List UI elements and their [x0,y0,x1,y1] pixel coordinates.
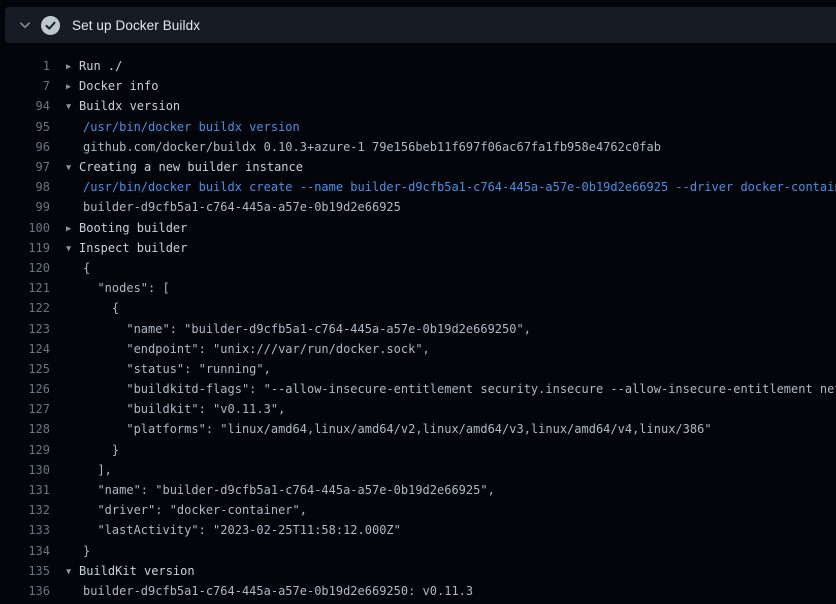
log-group-row[interactable]: 119 ▼Inspect builder [0,238,836,258]
log-row: 131 "name": "builder-d9cfb5a1-c764-445a-… [0,480,836,500]
output-text: "nodes": [ [66,281,170,295]
command-text: /usr/bin/docker buildx create --name bui… [66,180,836,194]
log-row: 95/usr/bin/docker buildx version [0,117,836,137]
output-text: } [66,443,119,457]
log-group-row[interactable]: 7 ▶Docker info [0,76,836,96]
output-text: builder-d9cfb5a1-c764-445a-a57e-0b19d2e6… [66,200,401,214]
log-row: 132 "driver": "docker-container", [0,500,836,520]
triangle-collapsed-icon: ▶ [66,62,79,72]
log-row: 124 "endpoint": "unix:///var/run/docker.… [0,339,836,359]
line-number[interactable]: 121 [0,281,50,295]
output-text: { [66,261,90,275]
check-circle-icon [41,16,60,35]
log-row: 130 ], [0,460,836,480]
line-number[interactable]: 133 [0,523,50,537]
line-number[interactable]: 129 [0,443,50,457]
line-number[interactable]: 131 [0,483,50,497]
log-group-row[interactable]: 135 ▼BuildKit version [0,561,836,581]
line-number[interactable]: 98 [0,180,50,194]
log-row: 96 github.com/docker/buildx 0.10.3+azure-… [0,137,836,157]
output-text: "platforms": "linux/amd64,linux/amd64/v2… [66,422,712,436]
log-group-row[interactable]: 97 ▼Creating a new builder instance [0,157,836,177]
group-title: BuildKit version [79,564,195,578]
line-number[interactable]: 7 [0,79,50,93]
line-number[interactable]: 100 [0,221,50,235]
triangle-expanded-icon: ▼ [66,567,79,577]
line-number[interactable]: 125 [0,362,50,376]
output-text: "status": "running", [66,362,271,376]
log-row: 122 { [0,298,836,318]
output-text: "endpoint": "unix:///var/run/docker.sock… [66,342,430,356]
line-number[interactable]: 132 [0,503,50,517]
output-text: "name": "builder-d9cfb5a1-c764-445a-a57e… [66,483,495,497]
group-title: Docker info [79,79,158,93]
step-title: Set up Docker Buildx [72,18,200,33]
triangle-collapsed-icon: ▶ [66,224,79,234]
output-text: { [66,301,119,315]
line-number[interactable]: 1 [0,59,50,73]
log-row: 133 "lastActivity": "2023-02-25T11:58:12… [0,520,836,540]
output-text: } [66,544,90,558]
line-number[interactable]: 95 [0,120,50,134]
group-title: Buildx version [79,99,180,113]
line-number[interactable]: 120 [0,261,50,275]
log-row: 129 } [0,440,836,460]
log-group-row[interactable]: 94 ▼Buildx version [0,96,836,116]
command-text: /usr/bin/docker buildx version [66,120,300,134]
line-number[interactable]: 136 [0,584,50,598]
line-number[interactable]: 119 [0,241,50,255]
group-title: Run ./ [79,59,122,73]
log-group-row[interactable]: 100 ▶Booting builder [0,218,836,238]
triangle-collapsed-icon: ▶ [66,82,79,92]
output-text: builder-d9cfb5a1-c764-445a-a57e-0b19d2e6… [66,584,473,598]
log-row: 128 "platforms": "linux/amd64,linux/amd6… [0,419,836,439]
log-group-row[interactable]: 1 ▶Run ./ [0,56,836,76]
log-row: 121 "nodes": [ [0,278,836,298]
output-text: ], [66,463,112,477]
line-number[interactable]: 124 [0,342,50,356]
chevron-down-icon[interactable] [18,18,32,32]
line-number[interactable]: 127 [0,402,50,416]
line-number[interactable]: 130 [0,463,50,477]
log-row: 125 "status": "running", [0,359,836,379]
triangle-expanded-icon: ▼ [66,244,79,254]
group-title: Creating a new builder instance [79,160,303,174]
log-row: 126 "buildkitd-flags": "--allow-insecure… [0,379,836,399]
group-title: Booting builder [79,221,187,235]
line-number[interactable]: 122 [0,301,50,315]
triangle-expanded-icon: ▼ [66,102,79,112]
log-lines: 1▶Run ./7▶Docker info94▼Buildx version95… [0,43,836,604]
line-number[interactable]: 126 [0,382,50,396]
line-number[interactable]: 97 [0,160,50,174]
triangle-expanded-icon: ▼ [66,163,79,173]
log-row: 134} [0,541,836,561]
line-number[interactable]: 135 [0,564,50,578]
line-number[interactable]: 134 [0,544,50,558]
group-title: Inspect builder [79,241,187,255]
output-text: "name": "builder-d9cfb5a1-c764-445a-a57e… [66,322,531,336]
line-number[interactable]: 94 [0,99,50,113]
log-row: 127 "buildkit": "v0.11.3", [0,399,836,419]
line-number[interactable]: 123 [0,322,50,336]
log-row: 99 builder-d9cfb5a1-c764-445a-a57e-0b19d2… [0,197,836,217]
line-number[interactable]: 128 [0,422,50,436]
log-row: 136 builder-d9cfb5a1-c764-445a-a57e-0b19d… [0,581,836,601]
log-row: 98/usr/bin/docker buildx create --name b… [0,177,836,197]
output-text: "buildkit": "v0.11.3", [66,402,285,416]
line-number[interactable]: 99 [0,200,50,214]
log-row: 123 "name": "builder-d9cfb5a1-c764-445a-… [0,318,836,338]
step-header[interactable]: Set up Docker Buildx [5,7,836,43]
output-text: "driver": "docker-container", [66,503,307,517]
output-text: "lastActivity": "2023-02-25T11:58:12.000… [66,523,401,537]
actions-log-viewer: { "header": { "title": "Set up Docker Bu… [0,0,836,604]
output-text: "buildkitd-flags": "--allow-insecure-ent… [66,382,836,396]
output-text: github.com/docker/buildx 0.10.3+azure-1 … [66,140,661,154]
line-number[interactable]: 96 [0,140,50,154]
log-row: 120 { [0,258,836,278]
